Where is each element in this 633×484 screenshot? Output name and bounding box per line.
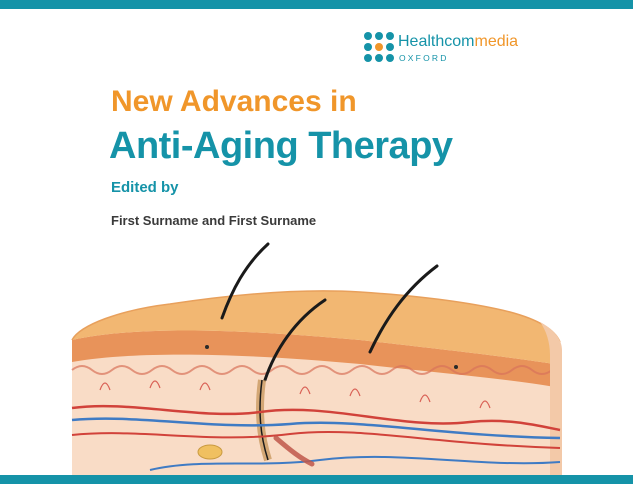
edited-by-label: Edited by [111,179,179,196]
title-line-2: Anti-Aging Therapy [109,125,453,167]
logo-dot [364,43,372,51]
sweat-gland [197,444,223,460]
top-accent-bar [0,0,633,9]
pore-1 [205,345,209,349]
logo-dot [364,32,372,40]
editor-names: First Surname and First Surname [111,213,317,228]
pore-2 [454,365,458,369]
title-line-1: New Advances in [111,85,357,118]
logo-dot [375,54,383,62]
publisher-name: Healthcommedia [398,33,518,51]
publisher-location: OXFORD [399,53,449,63]
publisher-name-part1: Healthcom [398,33,475,50]
logo-dot [375,43,383,51]
skin-cross-section-illustration [71,242,562,475]
logo-dot [375,32,383,40]
logo-dot [364,54,372,62]
bottom-accent-bar [0,475,633,484]
logo-dot [386,32,394,40]
publisher-name-part2: media [474,33,519,50]
logo-dot [386,43,394,51]
logo-dot [386,54,394,62]
logo-dots-icon [364,32,394,62]
